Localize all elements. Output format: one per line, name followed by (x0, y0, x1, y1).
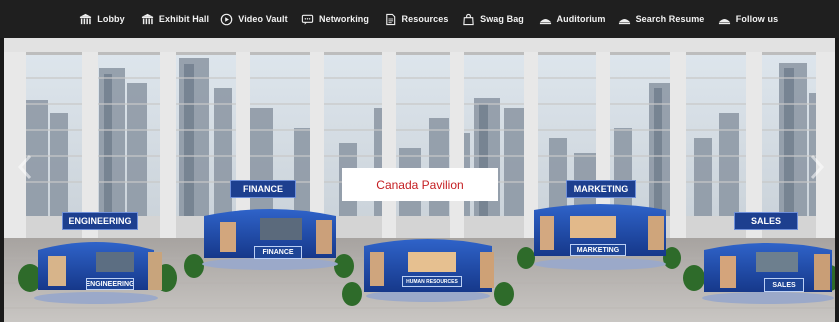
nav-video-vault-label: Video Vault (238, 14, 288, 24)
nav-auditorium-label: Auditorium (556, 14, 606, 24)
exhibit-hall-icon (141, 13, 154, 26)
previous-hall-arrow[interactable] (16, 154, 34, 180)
sign-engineering[interactable]: ENGINEERING (62, 212, 138, 230)
nav-swag-bag-label: Swag Bag (480, 14, 524, 24)
chevron-right-icon (810, 154, 825, 180)
search-resume-icon (618, 13, 631, 26)
lobby-icon (79, 13, 92, 26)
nav-video-vault[interactable]: Video Vault (216, 5, 292, 33)
nav-exhibit-hall[interactable]: Exhibit Hall (135, 5, 215, 33)
nav-networking-label: Networking (318, 14, 369, 24)
booth-engineering-structure (34, 242, 162, 304)
top-navigation-bar: Lobby Exhibit Hall Video Vault Networkin… (0, 0, 839, 38)
booth-finance[interactable]: FINANCE (254, 246, 302, 259)
sign-finance[interactable]: FINANCE (230, 180, 296, 198)
booth-finance-label: FINANCE (254, 246, 302, 259)
booth-sales-structure (702, 243, 834, 304)
nav-exhibit-hall-label: Exhibit Hall (158, 14, 210, 24)
booth-engineering-label: ENGINEERING (86, 278, 134, 290)
canada-pavilion-label[interactable]: Canada Pavilion (342, 168, 498, 201)
chat-icon (301, 13, 314, 26)
booth-sales[interactable]: SALES (764, 278, 804, 292)
sign-marketing[interactable]: MARKETING (566, 180, 636, 198)
nav-search-resume[interactable]: Search Resume (615, 5, 707, 33)
nav-follow-us-label: Follow us (735, 14, 779, 24)
booth-engineering[interactable]: ENGINEERING (86, 278, 134, 290)
nav-networking[interactable]: Networking (296, 5, 374, 33)
nav-follow-us[interactable]: Follow us (712, 5, 784, 33)
nav-resources[interactable]: Resources (378, 5, 454, 33)
booth-marketing-label: MARKETING (570, 244, 626, 256)
nav-auditorium[interactable]: Auditorium (531, 5, 613, 33)
nav-search-resume-label: Search Resume (635, 14, 705, 24)
nav-swag-bag[interactable]: Swag Bag (458, 5, 528, 33)
booth-human-resources[interactable]: HUMAN RESOURCES (402, 276, 462, 287)
chevron-left-icon (17, 154, 32, 180)
booth-human-resources-label: HUMAN RESOURCES (402, 276, 462, 287)
booth-finance-structure (202, 209, 338, 270)
document-icon (384, 13, 397, 26)
booth-marketing[interactable]: MARKETING (570, 244, 626, 256)
nav-resources-label: Resources (401, 14, 449, 24)
nav-lobby[interactable]: Lobby (72, 5, 132, 33)
follow-icon (718, 13, 731, 26)
auditorium-icon (539, 13, 552, 26)
booth-marketing-structure (534, 204, 666, 270)
booth-human-resources-structure (364, 239, 494, 302)
nav-lobby-label: Lobby (97, 14, 125, 24)
play-circle-icon (220, 13, 233, 26)
bag-icon (462, 13, 475, 26)
next-hall-arrow[interactable] (808, 154, 826, 180)
sign-sales[interactable]: SALES (734, 212, 798, 230)
booth-sales-label: SALES (764, 278, 804, 292)
